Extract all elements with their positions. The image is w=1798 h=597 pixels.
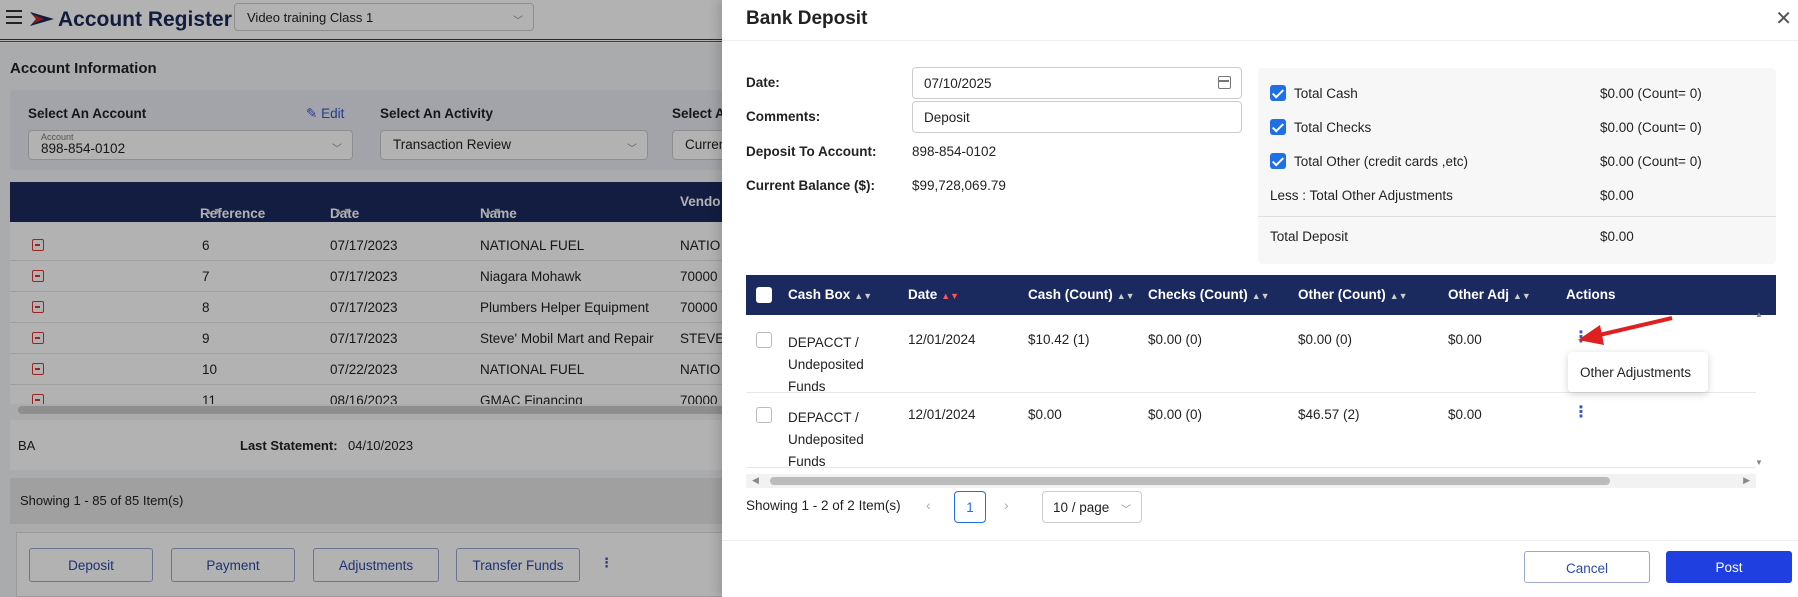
total-checks-row[interactable]: Total Checks $0.00 (Count= 0)	[1258, 110, 1776, 144]
deposit-to-label: Deposit To Account:	[746, 144, 877, 159]
total-cash-checkbox[interactable]	[1270, 85, 1286, 101]
current-balance-value: $99,728,069.79	[912, 178, 1006, 193]
total-other-checkbox[interactable]	[1270, 153, 1286, 169]
sort-icon: ▲▼	[1389, 291, 1408, 301]
comments-input[interactable]: Deposit	[912, 101, 1242, 133]
total-checks-checkbox[interactable]	[1270, 119, 1286, 135]
col-cash-count[interactable]: Cash (Count) ▲▼	[1028, 287, 1135, 302]
actions-popup-menu: Other Adjustments	[1568, 352, 1708, 392]
scroll-right-icon: ▶	[1743, 475, 1750, 485]
row-checkbox[interactable]	[756, 407, 772, 423]
date-label: Date:	[746, 75, 780, 90]
drawer-title: Bank Deposit	[746, 8, 868, 29]
total-cash-row[interactable]: Total Cash $0.00 (Count= 0)	[1258, 76, 1776, 110]
scroll-down-icon: ▼	[1755, 458, 1763, 467]
cash-box-cell: DEPACCT / Undeposited Funds	[788, 410, 864, 469]
sort-icon: ▲▼	[941, 291, 960, 301]
calendar-icon[interactable]	[1218, 76, 1231, 89]
totals-panel: Total Cash $0.00 (Count= 0) Total Checks $…	[1258, 68, 1776, 264]
close-icon[interactable]: ✕	[1775, 6, 1792, 31]
sort-icon: ▲▼	[1251, 291, 1270, 301]
cancel-button[interactable]: Cancel	[1524, 551, 1650, 583]
cash-box-cell: DEPACCT / Undeposited Funds	[788, 335, 864, 394]
deposit-to-value: 898-854-0102	[912, 144, 997, 159]
page-size-select[interactable]: 10 / page ﹀	[1042, 491, 1142, 523]
post-button[interactable]: Post	[1666, 551, 1792, 583]
bank-deposit-drawer: Bank Deposit ✕ Date: 07/10/2025 Comments…	[722, 0, 1798, 597]
row-actions-icon[interactable]: ⋮	[1573, 405, 1589, 421]
col-checks-count[interactable]: Checks (Count) ▲▼	[1148, 287, 1270, 302]
vertical-scrollbar[interactable]: ▲ ▼	[1755, 310, 1765, 468]
total-other-row[interactable]: Total Other (credit cards ,etc) $0.00 (Co…	[1258, 144, 1776, 178]
page-1-button[interactable]: 1	[954, 491, 986, 523]
next-page-icon[interactable]: ›	[1004, 497, 1009, 513]
col-other-count[interactable]: Other (Count) ▲▼	[1298, 287, 1408, 302]
less-other-adjustments-row: Less : Total Other Adjustments $0.00	[1270, 188, 1634, 203]
date-value: 07/10/2025	[924, 76, 992, 91]
select-all-checkbox[interactable]	[756, 287, 772, 303]
comments-value: Deposit	[924, 110, 970, 125]
grid-horizontal-scrollbar[interactable]: ◀ ▶	[746, 474, 1756, 488]
comments-label: Comments:	[746, 109, 821, 124]
scroll-left-icon: ◀	[752, 475, 759, 485]
divider	[722, 40, 1798, 41]
sort-icon: ▲▼	[854, 291, 873, 301]
scroll-thumb[interactable]	[770, 477, 1610, 485]
col-cash-box[interactable]: Cash Box ▲▼	[788, 287, 872, 302]
total-deposit-row: Total Deposit $0.00	[1270, 229, 1634, 244]
date-input[interactable]: 07/10/2025	[912, 67, 1242, 99]
row-actions-icon[interactable]: ⋮	[1573, 330, 1589, 346]
sort-icon: ▲▼	[1513, 291, 1531, 301]
menu-item-other-adjustments[interactable]: Other Adjustments	[1580, 365, 1691, 380]
chevron-down-icon: ﹀	[1121, 505, 1131, 516]
col-actions: Actions	[1566, 287, 1616, 302]
row-checkbox[interactable]	[756, 332, 772, 348]
col-other-adj[interactable]: Other Adj ▲▼	[1448, 287, 1531, 302]
modal-overlay[interactable]	[0, 0, 722, 597]
prev-page-icon[interactable]: ‹	[926, 497, 931, 513]
current-balance-label: Current Balance ($):	[746, 178, 876, 193]
grid-showing: Showing 1 - 2 of 2 Item(s)	[746, 498, 901, 513]
col-date[interactable]: Date ▲▼	[908, 287, 959, 302]
table-row[interactable]: DEPACCT / Undeposited Funds 12/01/2024 $0.…	[746, 393, 1756, 469]
grid-header: Cash Box ▲▼ Date ▲▼ Cash (Count) ▲▼ Checks …	[746, 275, 1776, 315]
scroll-up-icon: ▲	[1755, 310, 1763, 319]
divider	[722, 540, 1798, 541]
divider	[1258, 216, 1776, 217]
sort-icon: ▲▼	[1116, 291, 1135, 301]
